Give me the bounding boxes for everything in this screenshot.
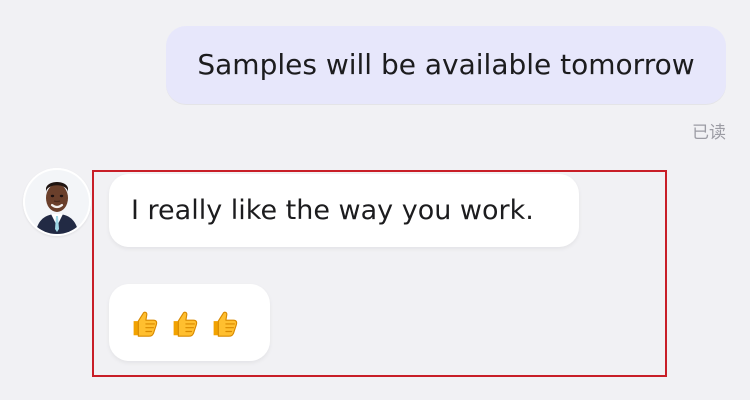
emoji-reaction-bubble[interactable] (109, 284, 270, 361)
sender-avatar[interactable] (23, 168, 91, 236)
thumbs-up-icon (213, 311, 238, 337)
thumbs-up-icon (133, 311, 158, 337)
avatar-portrait-icon (23, 168, 91, 236)
thumbs-up-icon (173, 311, 198, 337)
incoming-message-text: I really like the way you work. (131, 195, 534, 226)
outgoing-message-bubble[interactable]: Samples will be available tomorrow (166, 26, 726, 104)
incoming-message-bubble[interactable]: I really like the way you work. (109, 174, 579, 247)
read-receipt-status: 已读 (692, 123, 726, 143)
outgoing-message-text: Samples will be available tomorrow (197, 48, 695, 81)
chat-conversation: Samples will be available tomorrow 已读 I … (0, 0, 750, 400)
